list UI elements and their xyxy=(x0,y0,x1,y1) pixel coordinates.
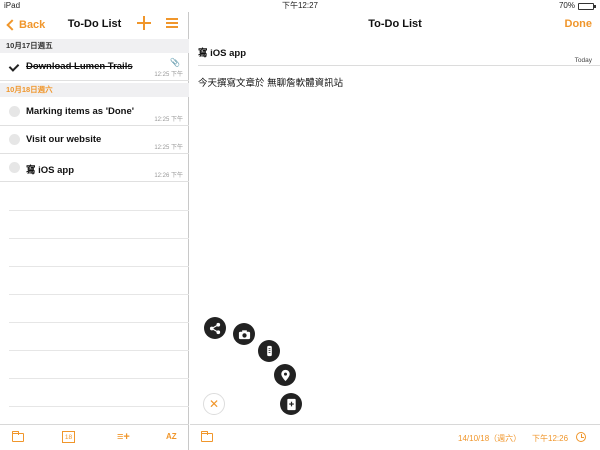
task-time: 12:25 下午 xyxy=(154,117,183,123)
task-row[interactable]: Download Lumen Trails 📎 12:25 下午 xyxy=(0,53,189,81)
list-toolbar: 18 ≡+ AZ xyxy=(0,424,189,450)
checkbox[interactable] xyxy=(9,162,20,173)
task-time: 12:25 下午 xyxy=(154,145,183,151)
status-bar: iPad 下午12:27 70% xyxy=(0,0,600,12)
sort-icon[interactable]: AZ xyxy=(166,432,177,441)
note-title[interactable]: 寫 iOS app xyxy=(198,45,246,59)
task-title: 寫 iOS app xyxy=(26,165,75,176)
empty-row-line xyxy=(9,406,189,407)
camera-icon[interactable] xyxy=(233,323,255,345)
empty-row-line xyxy=(9,294,189,295)
task-title: Marking items as 'Done' xyxy=(26,106,134,117)
detail-panel: To-Do List Done 寫 iOS app Today 今天撰寫文章於 … xyxy=(190,12,600,450)
footer-date[interactable]: 14/10/18（週六） xyxy=(458,433,521,444)
clock-icon[interactable] xyxy=(576,432,586,442)
section-header-oct17: 10月17日週五 xyxy=(0,39,189,53)
battery-icon xyxy=(578,2,596,10)
location-icon[interactable] xyxy=(274,364,296,386)
add-list-icon[interactable]: ≡+ xyxy=(117,432,130,443)
footer-time[interactable]: 下午12:26 xyxy=(532,433,568,444)
empty-row-line xyxy=(9,350,189,351)
battery-percent: 70% xyxy=(558,1,575,10)
menu-icon[interactable] xyxy=(166,18,178,28)
empty-row-line xyxy=(9,266,189,267)
task-title: Download Lumen Trails xyxy=(26,61,133,72)
list-navbar: Back To-Do List xyxy=(0,12,189,38)
list-panel: Back To-Do List 10月17日週五 Download Lumen … xyxy=(0,12,189,450)
add-task-icon[interactable] xyxy=(137,16,151,30)
audio-icon[interactable] xyxy=(258,340,280,362)
note-body[interactable]: 今天撰寫文章於 無聊詹軟體資訊站 xyxy=(198,75,343,89)
checkbox[interactable] xyxy=(9,106,20,117)
detail-toolbar: 14/10/18（週六） 下午12:26 xyxy=(190,424,600,450)
task-time: 12:26 下午 xyxy=(154,173,183,179)
section-header-oct18: 10月18日週六 xyxy=(0,83,189,97)
empty-row-line xyxy=(9,210,189,211)
status-time: 下午12:27 xyxy=(281,1,319,10)
detail-title: To-Do List xyxy=(368,18,422,30)
note-date: Today xyxy=(574,57,592,64)
folder-icon[interactable] xyxy=(12,431,24,442)
list-title: To-Do List xyxy=(67,18,122,30)
divider xyxy=(198,65,600,66)
calendar-icon[interactable]: 18 xyxy=(62,431,75,443)
done-button[interactable]: Done xyxy=(565,18,593,30)
task-row[interactable]: 寫 iOS app 12:26 下午 xyxy=(0,154,189,182)
folder-icon[interactable] xyxy=(201,431,213,442)
close-icon[interactable]: ✕ xyxy=(203,393,225,415)
battery-status: 70% xyxy=(558,0,596,12)
checkbox-checked[interactable] xyxy=(9,61,20,72)
paperclip-icon: 📎 xyxy=(170,58,180,67)
empty-row-line xyxy=(9,378,189,379)
contact-icon[interactable] xyxy=(280,393,302,415)
share-icon[interactable] xyxy=(204,317,226,339)
checkbox[interactable] xyxy=(9,134,20,145)
task-title: Visit our website xyxy=(26,134,102,145)
empty-row-line xyxy=(9,238,189,239)
task-row[interactable]: Marking items as 'Done' 12:25 下午 xyxy=(0,98,189,126)
empty-row-line xyxy=(9,322,189,323)
task-time: 12:25 下午 xyxy=(154,72,183,78)
task-row[interactable]: Visit our website 12:25 下午 xyxy=(0,126,189,154)
